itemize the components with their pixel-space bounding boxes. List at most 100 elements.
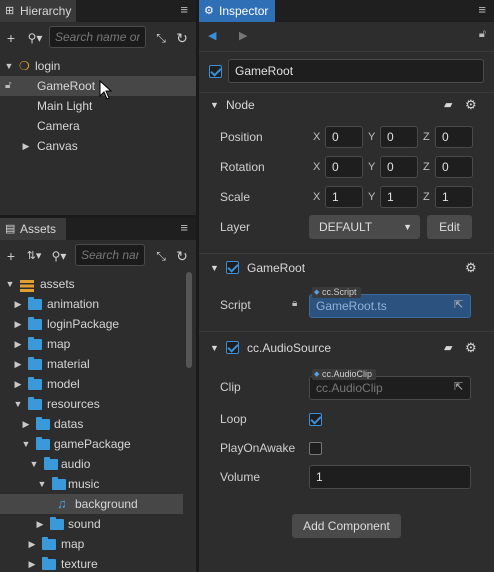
help-book-icon[interactable]: ▰ bbox=[444, 337, 452, 359]
position-x-input[interactable] bbox=[325, 126, 363, 148]
expand-arrow-icon[interactable]: ▼ bbox=[5, 274, 15, 294]
scale-x-input[interactable] bbox=[325, 186, 363, 208]
collapse-arrow-icon[interactable]: ▼ bbox=[210, 94, 219, 116]
script-section-header[interactable]: ▼ GameRoot ⚙ bbox=[199, 257, 494, 279]
node-name-input[interactable] bbox=[228, 59, 484, 83]
settings-gear-icon[interactable]: ⚙ bbox=[465, 94, 477, 116]
hierarchy-menu-icon[interactable]: ≡ bbox=[180, 0, 188, 22]
collapse-arrow-icon[interactable]: ▼ bbox=[210, 337, 219, 359]
expand-arrow-icon[interactable]: ▶ bbox=[13, 374, 23, 394]
collapse-all-icon[interactable]: ⤡ bbox=[152, 246, 170, 266]
tree-item-camera[interactable]: Camera bbox=[0, 116, 196, 136]
expand-arrow-icon[interactable]: ▶ bbox=[13, 294, 23, 314]
expand-arrow-icon[interactable]: ▼ bbox=[21, 434, 31, 454]
rotation-z-input[interactable] bbox=[435, 156, 473, 178]
axis-x-label[interactable]: X bbox=[313, 186, 320, 208]
tree-item-login[interactable]: ▼ ❍ login bbox=[0, 56, 196, 76]
search-type-icon[interactable]: ⚲▾ bbox=[48, 246, 70, 266]
tree-item-main-light[interactable]: Main Light bbox=[0, 96, 196, 116]
settings-gear-icon[interactable]: ⚙ bbox=[465, 257, 477, 279]
axis-y-label[interactable]: Y bbox=[368, 186, 375, 208]
asset-item-sound[interactable]: ▶ sound bbox=[0, 514, 196, 534]
assets-search-input[interactable] bbox=[75, 244, 145, 266]
tab-assets[interactable]: ▤ Assets bbox=[0, 218, 66, 240]
axis-y-label[interactable]: Y bbox=[368, 156, 375, 178]
scale-z-input[interactable] bbox=[435, 186, 473, 208]
rotation-y-input[interactable] bbox=[380, 156, 418, 178]
add-node-icon[interactable]: + bbox=[2, 28, 20, 48]
axis-z-label[interactable]: Z bbox=[423, 156, 430, 178]
asset-item-assets[interactable]: ▼ assets bbox=[0, 274, 196, 294]
asset-item-music[interactable]: ▼ music bbox=[0, 474, 196, 494]
tree-item-canvas[interactable]: ▶ Canvas bbox=[0, 136, 196, 156]
refresh-icon[interactable]: ↻ bbox=[173, 246, 191, 266]
axis-z-label[interactable]: Z bbox=[423, 186, 430, 208]
add-asset-icon[interactable]: + bbox=[2, 246, 20, 266]
add-component-button[interactable]: Add Component bbox=[292, 514, 401, 538]
asset-item-map[interactable]: ▶ map bbox=[0, 334, 196, 354]
axis-x-label[interactable]: X bbox=[313, 126, 320, 148]
asset-item-texture[interactable]: ▶ texture bbox=[0, 554, 196, 572]
expand-arrow-icon[interactable]: ▼ bbox=[13, 394, 23, 414]
collapse-arrow-icon[interactable]: ▼ bbox=[210, 257, 219, 279]
inspector-menu-icon[interactable]: ≡ bbox=[478, 0, 486, 22]
audiosource-enable-checkbox[interactable] bbox=[226, 341, 239, 354]
tree-item-gameroot[interactable]: 🔓︎ GameRoot bbox=[0, 76, 196, 100]
axis-x-label[interactable]: X bbox=[313, 156, 320, 178]
expand-arrow-icon[interactable]: ▶ bbox=[35, 514, 45, 534]
node-section-header[interactable]: ▼ Node ▰ ⚙ bbox=[199, 94, 494, 116]
asset-item-datas[interactable]: ▶ datas bbox=[0, 414, 196, 434]
axis-y-label[interactable]: Y bbox=[368, 126, 375, 148]
asset-item-animation[interactable]: ▶ animation bbox=[0, 294, 196, 314]
expand-arrow-icon[interactable]: ▶ bbox=[21, 136, 31, 156]
rotation-x-input[interactable] bbox=[325, 156, 363, 178]
expand-arrow-icon[interactable]: ▼ bbox=[4, 56, 14, 76]
volume-input[interactable] bbox=[309, 465, 471, 489]
expand-arrow-icon[interactable]: ▶ bbox=[13, 354, 23, 374]
position-y-input[interactable] bbox=[380, 126, 418, 148]
tab-inspector[interactable]: ⚙ Inspector bbox=[199, 0, 275, 22]
asset-item-loginpackage[interactable]: ▶ loginPackage bbox=[0, 314, 196, 334]
nav-forward-icon[interactable]: ▶ bbox=[239, 29, 247, 42]
node-active-checkbox[interactable] bbox=[209, 65, 222, 78]
asset-item-model[interactable]: ▶ model bbox=[0, 374, 196, 394]
script-asset-field[interactable]: cc.Script GameRoot.ts ⇱ bbox=[309, 287, 471, 318]
lock-icon[interactable]: 🔓︎ bbox=[5, 76, 11, 96]
nav-back-icon[interactable]: ◀ bbox=[208, 29, 216, 42]
help-book-icon[interactable]: ▰ bbox=[444, 94, 452, 116]
position-z-input[interactable] bbox=[435, 126, 473, 148]
scale-y-input[interactable] bbox=[380, 186, 418, 208]
expand-arrow-icon[interactable]: ▶ bbox=[13, 314, 23, 334]
collapse-all-icon[interactable]: ⤡ bbox=[152, 28, 170, 48]
settings-gear-icon[interactable]: ⚙ bbox=[465, 337, 477, 359]
expand-arrow-icon[interactable]: ▼ bbox=[29, 454, 39, 474]
layer-select[interactable]: DEFAULT ▼ bbox=[309, 215, 420, 239]
clip-asset-field[interactable]: cc.AudioClip cc.AudioClip ⇱ bbox=[309, 369, 471, 400]
script-enable-checkbox[interactable] bbox=[226, 261, 239, 274]
expand-arrow-icon[interactable]: ▶ bbox=[27, 534, 37, 554]
asset-item-background[interactable]: ♫ background bbox=[0, 494, 183, 514]
audiosource-section-header[interactable]: ▼ cc.AudioSource ▰ ⚙ bbox=[199, 337, 494, 359]
play-on-awake-checkbox[interactable] bbox=[309, 442, 322, 455]
refresh-icon[interactable]: ↻ bbox=[173, 28, 191, 48]
tab-hierarchy[interactable]: ⊞ Hierarchy bbox=[0, 0, 76, 22]
inspector-lock-icon[interactable]: 🔓︎ bbox=[479, 28, 486, 41]
asset-picker-icon[interactable]: ⇱ bbox=[454, 381, 466, 393]
expand-arrow-icon[interactable]: ▼ bbox=[37, 474, 47, 494]
asset-picker-icon[interactable]: ⇱ bbox=[454, 299, 466, 311]
hierarchy-search-input[interactable] bbox=[49, 26, 146, 48]
expand-arrow-icon[interactable]: ▶ bbox=[27, 554, 37, 572]
edit-layer-button[interactable]: Edit bbox=[427, 215, 472, 239]
asset-item-map[interactable]: ▶ map bbox=[0, 534, 196, 554]
assets-menu-icon[interactable]: ≡ bbox=[180, 218, 188, 240]
asset-item-resources[interactable]: ▼ resources bbox=[0, 394, 196, 414]
assets-scrollbar[interactable] bbox=[186, 272, 192, 368]
expand-arrow-icon[interactable]: ▶ bbox=[21, 414, 31, 434]
axis-z-label[interactable]: Z bbox=[423, 126, 430, 148]
search-type-icon[interactable]: ⚲▾ bbox=[24, 28, 46, 48]
expand-arrow-icon[interactable]: ▶ bbox=[13, 334, 23, 354]
loop-checkbox[interactable] bbox=[309, 413, 322, 426]
asset-item-gamepackage[interactable]: ▼ gamePackage bbox=[0, 434, 196, 454]
sort-icon[interactable]: ⇅▾ bbox=[24, 246, 44, 266]
asset-item-audio[interactable]: ▼ audio bbox=[0, 454, 196, 474]
